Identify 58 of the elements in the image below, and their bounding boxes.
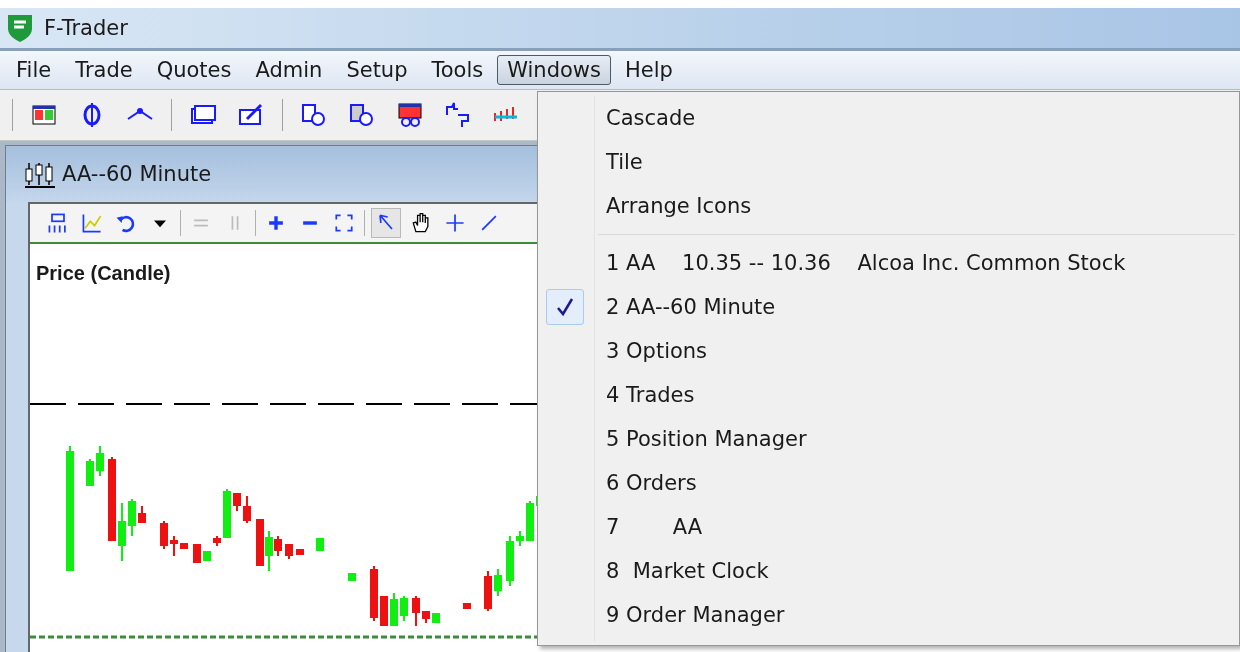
- candle: [180, 542, 188, 550]
- candle: [96, 445, 104, 477]
- candle: [193, 543, 201, 564]
- window-menu-entry[interactable]: 6 Orders: [538, 461, 1239, 505]
- window-menu-entry[interactable]: 7 AA: [538, 505, 1239, 549]
- child-window-title: AA--60 Minute: [62, 162, 212, 186]
- window-menu-entry[interactable]: 1 AA 10.35 -- 10.36 Alcoa Inc. Common Stock: [538, 241, 1239, 285]
- candle: [138, 505, 146, 524]
- menu-item[interactable]: Setup: [336, 55, 418, 85]
- candle: [316, 537, 324, 552]
- window-menu-entry[interactable]: 3 Options: [538, 329, 1239, 373]
- candle: [370, 565, 378, 622]
- candle: [128, 498, 136, 537]
- candle: [223, 488, 231, 539]
- window-menu-entry[interactable]: 2 AA--60 Minute: [538, 285, 1239, 329]
- window-menu-entry[interactable]: 4 Trades: [538, 373, 1239, 417]
- shield-logo-icon: [6, 13, 34, 43]
- candle: [526, 500, 534, 542]
- chart-title: Price (Candle): [36, 262, 171, 285]
- candle: [516, 530, 524, 547]
- menu-entry[interactable]: Arrange Icons: [538, 184, 1239, 228]
- expand-icon[interactable]: [332, 211, 356, 235]
- candle: [160, 520, 168, 550]
- line-chart-icon[interactable]: [80, 211, 104, 235]
- menu-item[interactable]: Tools: [421, 55, 494, 85]
- candle: [118, 502, 126, 562]
- candle: [203, 550, 211, 562]
- candle: [484, 570, 492, 612]
- window-menu-entry[interactable]: 9 Order Manager: [538, 593, 1239, 637]
- candle: [422, 610, 430, 624]
- window-title: F-Trader: [44, 16, 128, 40]
- menu-item[interactable]: Quotes: [146, 55, 242, 85]
- candle: [285, 543, 293, 560]
- candle: [213, 535, 221, 547]
- menu-item[interactable]: Trade: [65, 55, 143, 85]
- candle: [463, 602, 471, 610]
- grid-glasses-icon[interactable]: [396, 101, 424, 129]
- menu-item[interactable]: Admin: [245, 55, 333, 85]
- crosshair-icon[interactable]: [443, 211, 467, 235]
- candle: [86, 458, 94, 487]
- window-menu-entry[interactable]: 5 Position Manager: [538, 417, 1239, 461]
- candle: [412, 595, 420, 627]
- candle: [348, 572, 356, 582]
- candle: [390, 592, 398, 627]
- candle: [243, 495, 251, 524]
- menu-item[interactable]: Windows: [497, 55, 611, 85]
- candle: [233, 492, 241, 512]
- menu-item[interactable]: Help: [615, 55, 683, 85]
- menu-entry[interactable]: Tile: [538, 140, 1239, 184]
- candle: [296, 548, 304, 556]
- candle: [380, 595, 388, 627]
- candle: [506, 535, 514, 587]
- candle: [400, 595, 408, 622]
- candle: [170, 535, 178, 557]
- window-menu-entry[interactable]: 8 Market Clock: [538, 549, 1239, 593]
- candle: [432, 612, 440, 624]
- candle: [494, 568, 502, 597]
- menu-item[interactable]: File: [6, 55, 62, 85]
